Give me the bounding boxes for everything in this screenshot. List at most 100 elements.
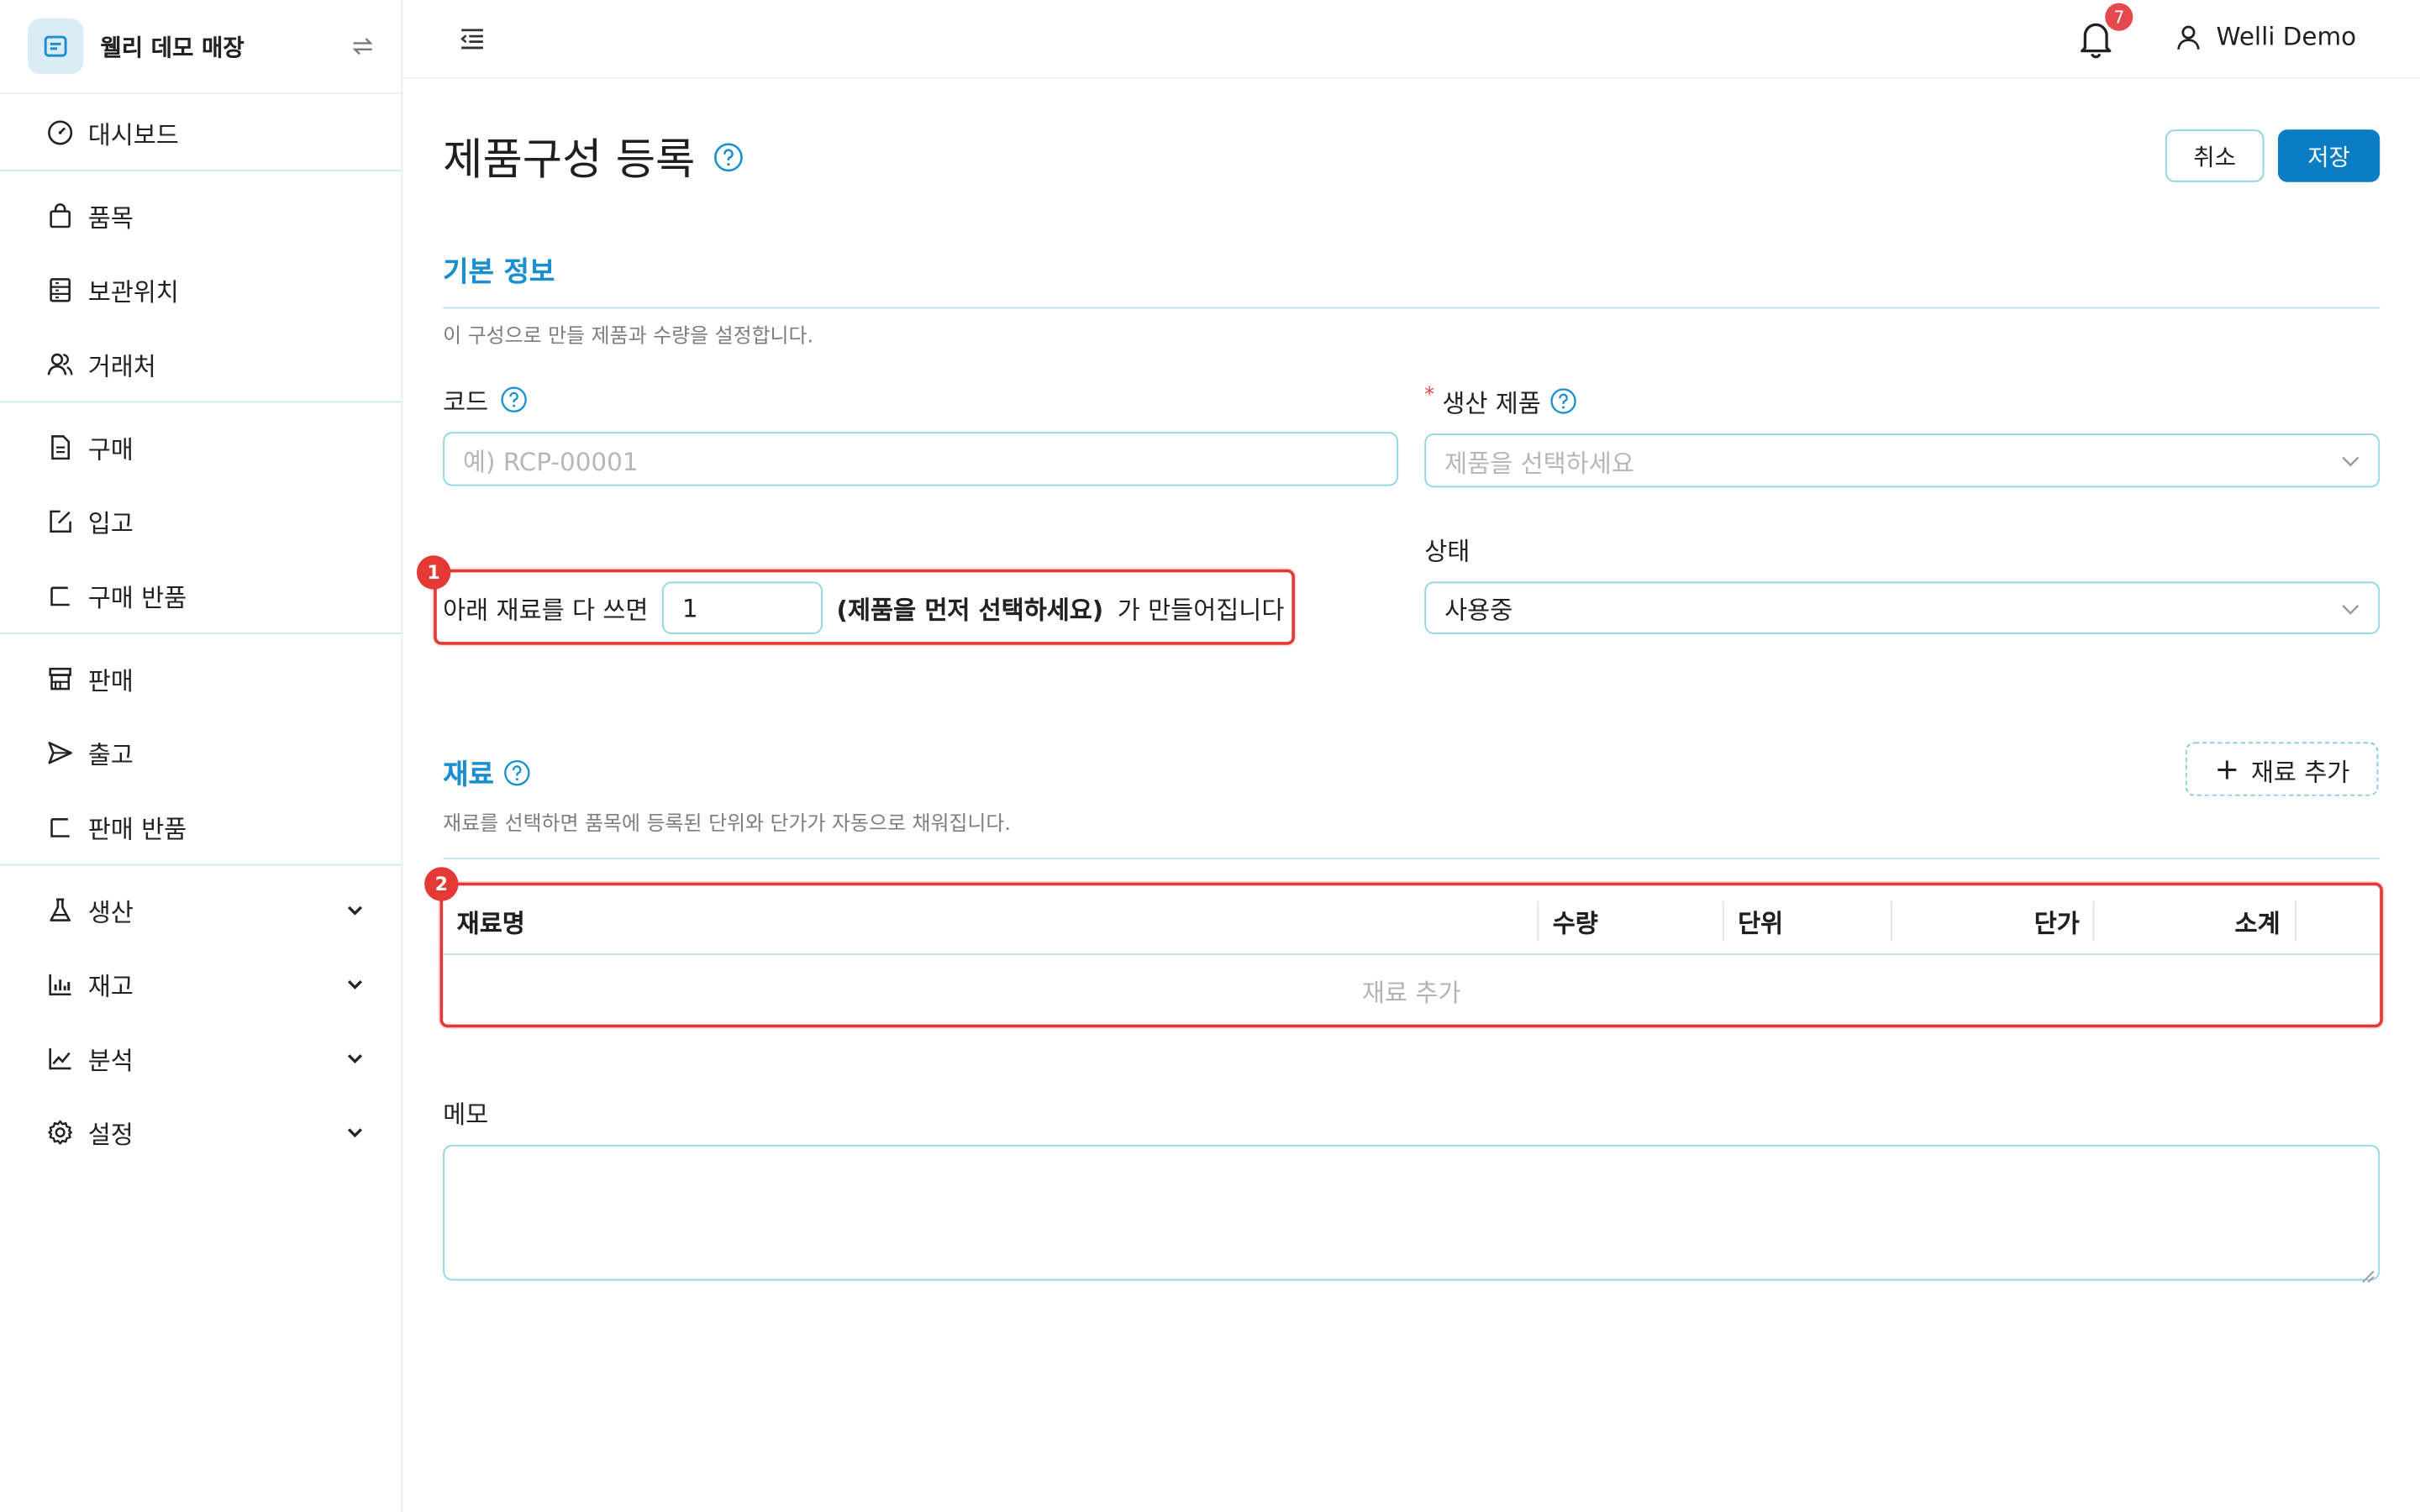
sidebar-item-items[interactable]: 품목 [0, 179, 402, 253]
help-icon[interactable] [501, 386, 529, 413]
yield-product: (제품을 먼저 선택하세요) [836, 595, 1104, 625]
column-divider [1537, 900, 1539, 942]
column-divider [2092, 900, 2095, 942]
column-header-unit-price: 단가 [2033, 907, 2080, 937]
chevron-down-icon [2338, 449, 2363, 473]
plus-icon [2214, 757, 2238, 781]
dashboard-gauge-icon [46, 118, 74, 146]
sidebar-item-sales[interactable]: 판매 [0, 642, 402, 716]
sidebar-item-label: 대시보드 [87, 120, 179, 150]
product-label: * 생산 제품 [1424, 383, 1578, 420]
cancel-button[interactable]: 취소 [2165, 129, 2265, 182]
swap-icon[interactable] [352, 34, 374, 58]
sidebar-item-label: 생산 [87, 897, 134, 927]
sidebar-item-label: 설정 [87, 1120, 134, 1150]
receipt-icon [28, 18, 84, 75]
sidebar-item-label: 보관위치 [87, 277, 179, 307]
menu-collapse-icon[interactable] [458, 24, 486, 52]
shopping-bag-icon [46, 202, 74, 230]
status-label: 상태 [1424, 537, 1470, 567]
edit-box-icon [46, 507, 74, 535]
code-input[interactable]: 예) RCP-00001 [443, 432, 1399, 486]
empty-row-add-material[interactable]: 재료 추가 [443, 957, 2380, 1025]
help-icon[interactable] [503, 759, 531, 787]
sidebar-item-inbound[interactable]: 입고 [0, 485, 402, 559]
gear-icon [46, 1119, 74, 1147]
yield-prefix: 아래 재료를 다 쓰면 [443, 595, 649, 625]
return-icon [46, 813, 74, 841]
top-bar: 7 Welli Demo [402, 0, 2420, 79]
sidebar-item-analytics[interactable]: 분석 [0, 1021, 402, 1095]
sidebar: 웰리 데모 매장 대시보드 품목 보관위치 거래처 구매 입고 구매 반품 판매… [0, 0, 403, 1512]
user-menu[interactable]: Welli Demo [2175, 22, 2356, 51]
basic-info-desc: 이 구성으로 만들 제품과 수량을 설정합니다. [443, 325, 814, 349]
materials-desc: 재료를 선택하면 품목에 등록된 단위와 단가가 자동으로 채워집니다. [443, 812, 1011, 837]
materials-title: 재료 [443, 753, 531, 793]
chevron-down-icon[interactable] [343, 898, 367, 922]
sidebar-item-label: 거래처 [87, 351, 156, 381]
help-icon[interactable] [1550, 387, 1578, 415]
chevron-down-icon[interactable] [343, 1046, 367, 1070]
chevron-down-icon [2338, 597, 2363, 622]
materials-title-text: 재료 [443, 759, 494, 792]
sidebar-item-label: 품목 [87, 203, 134, 234]
flask-icon [46, 896, 74, 924]
help-icon[interactable] [713, 142, 744, 173]
column-header-quantity: 수량 [1552, 907, 1598, 937]
sidebar-item-label: 입고 [87, 509, 134, 539]
user-name: Welli Demo [2216, 21, 2357, 51]
save-button[interactable]: 저장 [2277, 129, 2381, 182]
store-icon [46, 665, 74, 693]
bar-chart-icon [46, 970, 74, 998]
brand-header: 웰리 데모 매장 [0, 0, 402, 95]
column-divider [1890, 900, 1892, 942]
users-icon [46, 350, 74, 378]
yield-suffix: 가 만들어집니다 [1117, 595, 1285, 625]
user-icon [2175, 23, 2202, 50]
column-divider [2295, 900, 2297, 942]
code-label-text: 코드 [443, 387, 489, 417]
sidebar-item-purchase[interactable]: 구매 [0, 411, 402, 485]
document-icon [46, 433, 74, 461]
page-title: 제품구성 등록 [443, 127, 744, 188]
product-select-placeholder: 제품을 선택하세요 [1444, 448, 1634, 478]
sidebar-item-label: 재고 [87, 972, 134, 1002]
product-label-text: 생산 제품 [1442, 388, 1541, 418]
resize-handle-icon[interactable] [2360, 1261, 2375, 1283]
section-divider [443, 858, 2381, 860]
sidebar-item-label: 판매 반품 [87, 814, 187, 844]
chevron-down-icon[interactable] [343, 972, 367, 996]
sidebar-item-dashboard[interactable]: 대시보드 [0, 96, 402, 170]
materials-table: 재료명 수량 단위 단가 소계 재료 추가 [443, 885, 2381, 1025]
add-material-label: 재료 추가 [2250, 756, 2350, 786]
return-icon [46, 581, 74, 609]
status-select[interactable]: 사용중 [1424, 581, 2381, 634]
status-value: 사용중 [1444, 595, 1513, 625]
sidebar-item-purchase-return[interactable]: 구매 반품 [0, 559, 402, 633]
table-header: 재료명 수량 단위 단가 소계 [443, 885, 2381, 955]
sidebar-item-production[interactable]: 생산 [0, 874, 402, 948]
yield-quantity-input[interactable]: 1 [662, 581, 823, 634]
product-select[interactable]: 제품을 선택하세요 [1424, 433, 2381, 488]
sidebar-item-partners[interactable]: 거래처 [0, 327, 402, 401]
send-icon [46, 739, 74, 767]
sidebar-item-settings[interactable]: 설정 [0, 1095, 402, 1169]
add-material-button[interactable]: 재료 추가 [2185, 742, 2379, 796]
shelf-icon [46, 276, 74, 304]
basic-info-title: 기본 정보 [443, 255, 555, 289]
column-header-unit: 단위 [1738, 907, 1784, 937]
sidebar-item-inventory[interactable]: 재고 [0, 948, 402, 1021]
section-divider [443, 307, 2381, 309]
sidebar-item-sales-return[interactable]: 판매 반품 [0, 790, 402, 864]
column-header-subtotal: 소계 [2234, 907, 2281, 937]
sidebar-item-label: 출고 [87, 740, 134, 770]
sidebar-item-outbound[interactable]: 출고 [0, 716, 402, 790]
sidebar-item-locations[interactable]: 보관위치 [0, 253, 402, 327]
memo-textarea[interactable] [443, 1144, 2381, 1283]
chevron-down-icon[interactable] [343, 1120, 367, 1144]
code-label: 코드 [443, 381, 529, 418]
notification-badge: 7 [2105, 3, 2133, 31]
sidebar-item-label: 구매 반품 [87, 583, 187, 613]
required-marker: * [1424, 383, 1435, 407]
sidebar-item-label: 구매 [87, 434, 134, 465]
